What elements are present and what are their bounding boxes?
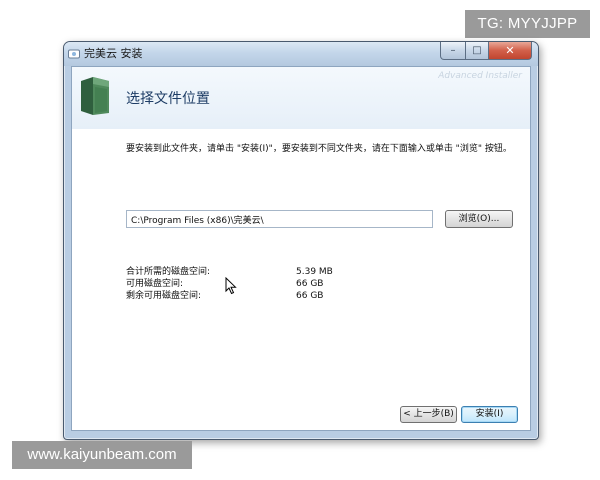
app-icon xyxy=(68,49,80,59)
mouse-cursor-icon xyxy=(225,277,237,295)
available-space-value: 66 GB xyxy=(296,279,324,289)
brand-watermark: Advanced Installer xyxy=(438,71,522,81)
maximize-icon: □ xyxy=(472,45,482,56)
window-title: 完美云 安装 xyxy=(84,47,143,60)
required-space-label: 合计所需的磁盘空间: xyxy=(126,267,211,277)
site-watermark: www.kaiyunbeam.com xyxy=(12,441,192,469)
remaining-space-value: 66 GB xyxy=(296,291,324,301)
installer-content: 选择文件位置 Advanced Installer 要安装到此文件夹，请单击 "… xyxy=(71,66,531,431)
installer-window: 完美云 安装 – □ ✕ 选择文件位置 Advanced Installer 要… xyxy=(63,41,539,440)
folder-icon xyxy=(81,77,109,115)
instruction-text: 要安装到此文件夹，请单击 "安装(I)"，要安装到不同文件夹，请在下面输入或单击… xyxy=(126,144,512,154)
install-path-input[interactable] xyxy=(126,210,433,228)
back-button[interactable]: < 上一步(B) xyxy=(400,406,457,423)
required-space-value: 5.39 MB xyxy=(296,267,333,277)
browse-button[interactable]: 浏览(O)... xyxy=(445,210,513,228)
maximize-button[interactable]: □ xyxy=(466,42,489,60)
minimize-icon: – xyxy=(450,45,456,56)
install-button[interactable]: 安装(I) xyxy=(461,406,518,423)
minimize-button[interactable]: – xyxy=(440,42,466,60)
title-bar[interactable]: 完美云 安装 – □ ✕ xyxy=(64,42,538,66)
close-icon: ✕ xyxy=(505,44,515,57)
header-band: 选择文件位置 Advanced Installer xyxy=(72,67,530,129)
window-controls: – □ ✕ xyxy=(440,42,532,60)
available-space-label: 可用磁盘空间: xyxy=(126,279,184,289)
remaining-space-label: 剩余可用磁盘空间: xyxy=(126,291,202,301)
close-button[interactable]: ✕ xyxy=(489,42,532,60)
tg-badge: TG: MYYJJPP xyxy=(465,10,590,38)
page-title: 选择文件位置 xyxy=(126,91,210,107)
